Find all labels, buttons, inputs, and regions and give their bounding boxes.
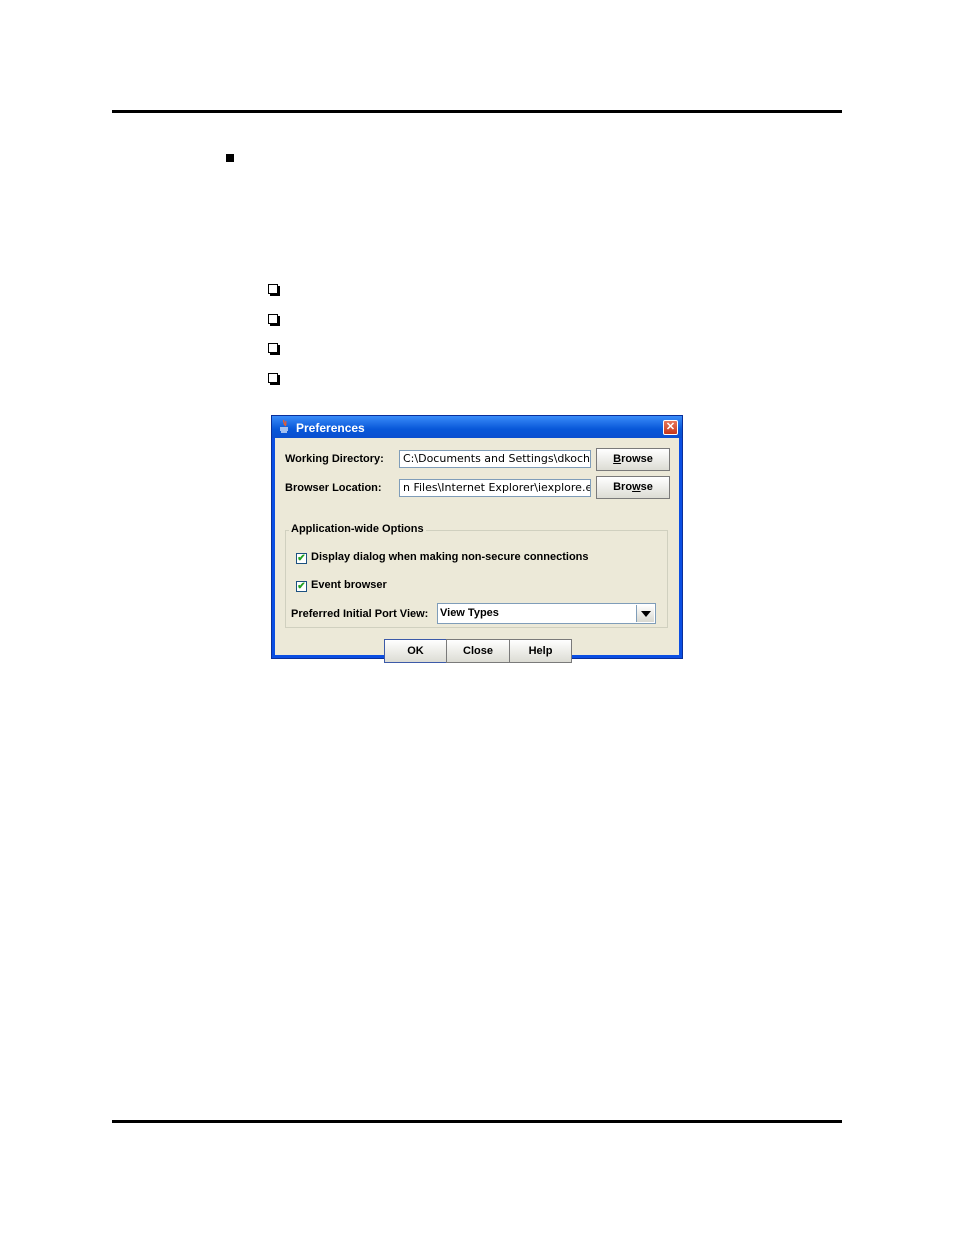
chevron-down-icon[interactable]: [636, 605, 654, 622]
checkbox-bullet: [268, 373, 278, 383]
close-button[interactable]: Close: [446, 639, 510, 663]
browser-location-label: Browser Location:: [285, 482, 382, 494]
working-directory-label: Working Directory:: [285, 453, 384, 465]
event-browser-checkbox[interactable]: ✔: [296, 581, 307, 592]
application-options-group: Application-wide Options ✔ Display dialo…: [285, 523, 668, 628]
non-secure-dialog-checkbox[interactable]: ✔: [296, 553, 307, 564]
help-button[interactable]: Help: [509, 639, 572, 663]
dialog-title-bar[interactable]: Preferences ✕: [272, 416, 682, 438]
options-group-title: Application-wide Options: [289, 523, 426, 535]
working-directory-browse-button[interactable]: Browse: [596, 448, 670, 471]
port-view-value: View Types: [440, 607, 499, 619]
top-rule: [112, 110, 842, 113]
close-icon[interactable]: ✕: [663, 420, 678, 435]
checkbox-bullet: [268, 284, 278, 294]
event-browser-label: Event browser: [311, 579, 387, 591]
non-secure-dialog-label: Display dialog when making non-secure co…: [311, 551, 589, 563]
dialog-content: Working Directory: C:\Documents and Sett…: [275, 438, 679, 663]
port-view-select[interactable]: View Types: [437, 603, 656, 624]
browser-location-browse-button[interactable]: Browse: [596, 476, 670, 499]
browser-location-input[interactable]: n Files\Internet Explorer\iexplore.exe: [399, 479, 591, 497]
ok-button[interactable]: OK: [384, 639, 447, 663]
port-view-label: Preferred Initial Port View:: [291, 608, 429, 620]
preferences-dialog: Preferences ✕ Working Directory: C:\Docu…: [271, 415, 683, 663]
java-icon: [280, 419, 288, 433]
bottom-rule: [112, 1120, 842, 1123]
checkbox-bullet: [268, 343, 278, 353]
square-bullet: [226, 154, 234, 162]
dialog-title: Preferences: [296, 421, 365, 435]
working-directory-input[interactable]: C:\Documents and Settings\dkoch: [399, 450, 591, 468]
checkbox-bullet: [268, 314, 278, 324]
